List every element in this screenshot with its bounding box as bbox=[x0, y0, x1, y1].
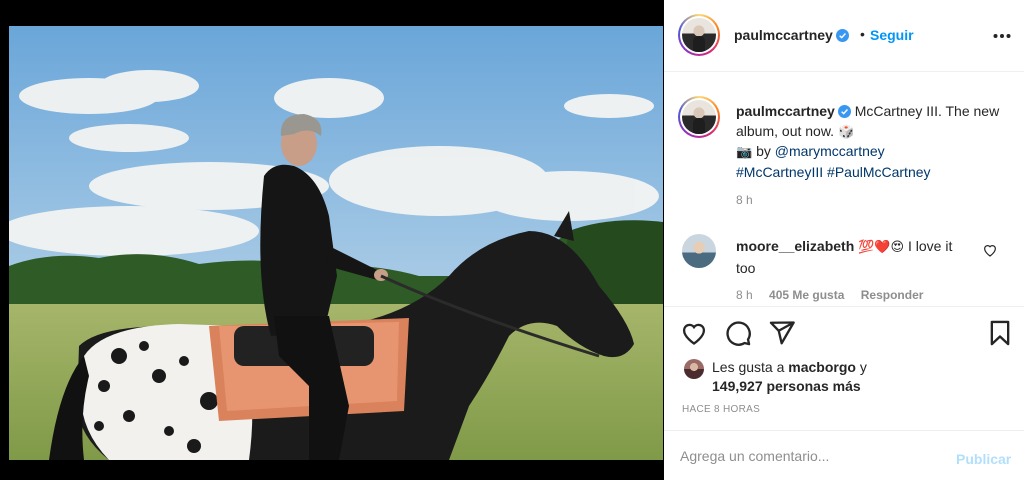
post-photo[interactable] bbox=[9, 26, 663, 460]
like-heart-icon[interactable] bbox=[680, 319, 708, 347]
comment-meta: 8 h 405 Me gusta Responder bbox=[736, 288, 936, 302]
publish-button[interactable]: Publicar bbox=[956, 451, 1011, 467]
comment-bubble-icon[interactable] bbox=[724, 319, 752, 347]
comment-input[interactable] bbox=[680, 443, 940, 469]
hashtag-link-mccartneyiii[interactable]: #McCartneyIII bbox=[736, 164, 823, 180]
comment-text: moore__elizabeth 💯❤️😍 I love it too bbox=[736, 236, 972, 278]
add-comment-bar: Publicar bbox=[664, 430, 1024, 480]
verified-badge-icon bbox=[835, 29, 849, 42]
author-avatar[interactable] bbox=[678, 14, 720, 56]
horse-rider-photo bbox=[9, 26, 663, 460]
mention-link[interactable]: @marymccartney bbox=[775, 143, 885, 159]
author-username-row: paulmccartney bbox=[734, 27, 849, 45]
caption-author-avatar[interactable] bbox=[678, 96, 720, 138]
liker-avatar[interactable] bbox=[684, 359, 704, 379]
post-media-area bbox=[0, 0, 664, 480]
comment-likes-count[interactable]: 405 Me gusta bbox=[769, 288, 844, 302]
likes-prefix: Les gusta a bbox=[712, 359, 785, 375]
save-bookmark-icon[interactable] bbox=[986, 319, 1014, 347]
hashtag-link-paulmccartney[interactable]: #PaulMcCartney bbox=[827, 164, 931, 180]
dice-emoji: 🎲 bbox=[837, 124, 855, 140]
author-username[interactable]: paulmccartney bbox=[734, 27, 833, 43]
caption-timestamp[interactable]: 8 h bbox=[736, 193, 753, 207]
post-age[interactable]: HACE 8 HORAS bbox=[682, 404, 760, 415]
likes-conjunction: y bbox=[859, 359, 867, 375]
likes-text: Les gusta a macborgo y 149,927 personas … bbox=[712, 358, 1002, 396]
like-comment-heart-icon[interactable] bbox=[982, 242, 998, 258]
more-options-icon[interactable] bbox=[992, 26, 1012, 46]
follow-button[interactable]: Seguir bbox=[870, 27, 914, 43]
caption-by: by bbox=[756, 143, 771, 159]
separator-dot: • bbox=[860, 26, 865, 42]
caption-username[interactable]: paulmccartney bbox=[736, 103, 835, 119]
post-details-panel: paulmccartney • Seguir paulmccartney McC… bbox=[664, 0, 1024, 480]
liker-username[interactable]: macborgo bbox=[788, 359, 856, 375]
action-bar bbox=[664, 306, 1024, 356]
caption-text: paulmccartney McCartney III. The new alb… bbox=[736, 102, 1006, 182]
share-paper-plane-icon[interactable] bbox=[768, 319, 796, 347]
comment-timestamp[interactable]: 8 h bbox=[736, 288, 753, 302]
comment-emojis: 💯❤️😍 bbox=[858, 240, 905, 255]
likes-count[interactable]: 149,927 personas más bbox=[712, 378, 861, 394]
commenter-avatar[interactable] bbox=[682, 234, 716, 268]
commenter-username[interactable]: moore__elizabeth bbox=[736, 238, 854, 254]
camera-emoji: 📷 bbox=[736, 145, 753, 160]
reply-button[interactable]: Responder bbox=[861, 288, 924, 302]
verified-badge-icon bbox=[837, 105, 851, 118]
post-header: paulmccartney • Seguir bbox=[664, 0, 1024, 72]
